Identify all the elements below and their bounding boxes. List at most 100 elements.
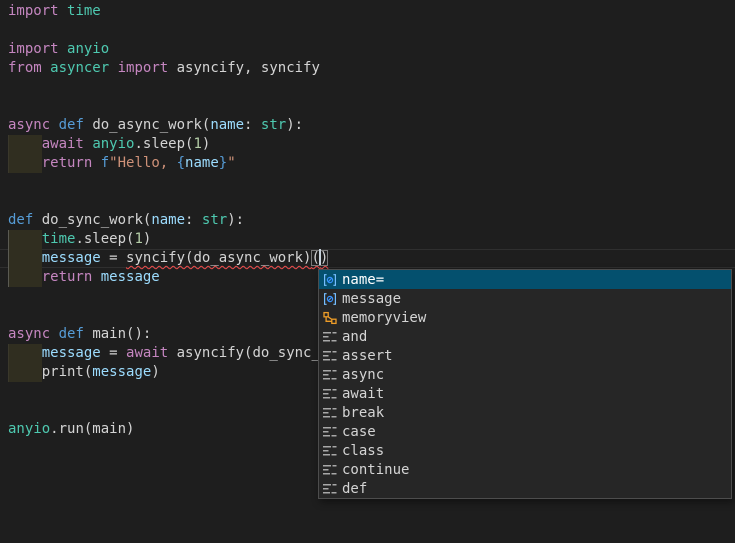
- code-line-text: await anyio.sleep(1): [8, 136, 210, 152]
- code-token: 1: [193, 136, 201, 152]
- code-editor[interactable]: import timeimport anyiofrom asyncer impo…: [0, 0, 735, 543]
- code-token: def: [8, 212, 33, 228]
- code-line-text: from asyncer import asyncify, syncify: [8, 60, 320, 76]
- code-line-current[interactable]: message = syncify(do_async_work)(): [0, 249, 735, 268]
- suggest-item-break[interactable]: break: [319, 403, 731, 422]
- suggest-item-name[interactable]: name=: [319, 270, 731, 289]
- suggest-item-continue[interactable]: continue: [319, 460, 731, 479]
- code-line-text: return message: [8, 269, 160, 285]
- code-token: asyncer: [50, 60, 109, 76]
- suggest-item-async[interactable]: async: [319, 365, 731, 384]
- code-line[interactable]: await anyio.sleep(1): [0, 135, 735, 154]
- keyword-symbol-icon: [322, 481, 338, 497]
- code-line[interactable]: [0, 97, 735, 116]
- suggest-item-label: async: [342, 367, 384, 383]
- code-line-text: message = syncify(do_async_work)(): [8, 250, 328, 266]
- code-token: async: [8, 117, 50, 133]
- code-line-text: def do_sync_work(name: str):: [8, 212, 244, 228]
- suggest-item-assert[interactable]: assert: [319, 346, 731, 365]
- code-token: import: [118, 60, 169, 76]
- code-token: "Hello,: [109, 155, 176, 171]
- suggest-item-label: case: [342, 424, 376, 440]
- code-token: message: [101, 269, 160, 285]
- suggest-item-message[interactable]: message: [319, 289, 731, 308]
- code-token: [8, 345, 42, 361]
- code-line[interactable]: return f"Hello, {name}": [0, 154, 735, 173]
- code-token: [42, 60, 50, 76]
- code-token: {: [177, 155, 185, 171]
- code-token: await: [126, 345, 168, 361]
- code-line-text: time.sleep(1): [8, 231, 151, 247]
- code-line[interactable]: [0, 78, 735, 97]
- keyword-symbol-icon: [322, 405, 338, 421]
- suggest-item-and[interactable]: and: [319, 327, 731, 346]
- matched-bracket: ): [320, 250, 328, 266]
- code-token: message: [42, 250, 101, 266]
- code-token: :: [185, 212, 202, 228]
- suggest-item-memoryview[interactable]: memoryview: [319, 308, 731, 327]
- code-token: name: [185, 155, 219, 171]
- code-token: do_sync_work(: [33, 212, 151, 228]
- code-token: [50, 326, 58, 342]
- code-token: anyio: [8, 421, 50, 437]
- suggest-item-case[interactable]: case: [319, 422, 731, 441]
- keyword-symbol-icon: [322, 329, 338, 345]
- code-line-text: message = await asyncify(do_sync_: [8, 345, 320, 361]
- code-token: ): [202, 136, 210, 152]
- code-token: return: [42, 269, 93, 285]
- code-token: import: [8, 3, 59, 19]
- suggest-item-label: break: [342, 405, 384, 421]
- keyword-symbol-icon: [322, 443, 338, 459]
- code-line-text: async def main():: [8, 326, 151, 342]
- code-token: 1: [134, 231, 142, 247]
- code-token: message: [42, 345, 101, 361]
- code-token: message: [92, 364, 151, 380]
- suggest-list: name= message memoryview and assert asyn…: [319, 270, 731, 498]
- code-token: str: [202, 212, 227, 228]
- code-token: asyncify, syncify: [168, 60, 320, 76]
- code-line-text: anyio.run(main): [8, 421, 134, 437]
- code-token: [8, 269, 42, 285]
- code-token: [59, 41, 67, 57]
- variable-symbol-icon: [322, 291, 338, 307]
- keyword-symbol-icon: [322, 367, 338, 383]
- code-token: .run(main): [50, 421, 134, 437]
- code-line[interactable]: def do_sync_work(name: str):: [0, 211, 735, 230]
- code-token: =: [101, 250, 126, 266]
- keyword-symbol-icon: [322, 386, 338, 402]
- code-token: main():: [84, 326, 151, 342]
- suggest-item-await[interactable]: await: [319, 384, 731, 403]
- code-line[interactable]: from asyncer import asyncify, syncify: [0, 59, 735, 78]
- code-token: .sleep(: [75, 231, 134, 247]
- keyword-symbol-icon: [322, 348, 338, 364]
- suggest-item-def[interactable]: def: [319, 479, 731, 498]
- suggest-item-class[interactable]: class: [319, 441, 731, 460]
- code-token: [8, 155, 42, 171]
- code-line[interactable]: import time: [0, 2, 735, 21]
- code-token: name: [151, 212, 185, 228]
- code-line[interactable]: [0, 192, 735, 211]
- code-line[interactable]: import anyio: [0, 40, 735, 59]
- code-line-text: async def do_async_work(name: str):: [8, 117, 303, 133]
- code-token: [92, 269, 100, 285]
- code-token: [59, 3, 67, 19]
- suggest-item-label: memoryview: [342, 310, 426, 326]
- code-token: time: [42, 231, 76, 247]
- code-line[interactable]: async def do_async_work(name: str):: [0, 116, 735, 135]
- code-token: def: [59, 117, 84, 133]
- code-token: print(: [8, 364, 92, 380]
- code-token: name: [210, 117, 244, 133]
- code-token: :: [244, 117, 261, 133]
- suggest-item-label: name=: [342, 272, 384, 288]
- code-token: return: [42, 155, 93, 171]
- code-token: str: [261, 117, 286, 133]
- code-token: ): [151, 364, 159, 380]
- keyword-symbol-icon: [322, 424, 338, 440]
- code-token: [8, 231, 42, 247]
- code-line[interactable]: [0, 173, 735, 192]
- code-token: [92, 155, 100, 171]
- code-token: anyio: [92, 136, 134, 152]
- code-line[interactable]: time.sleep(1): [0, 230, 735, 249]
- code-line[interactable]: [0, 21, 735, 40]
- suggest-item-label: class: [342, 443, 384, 459]
